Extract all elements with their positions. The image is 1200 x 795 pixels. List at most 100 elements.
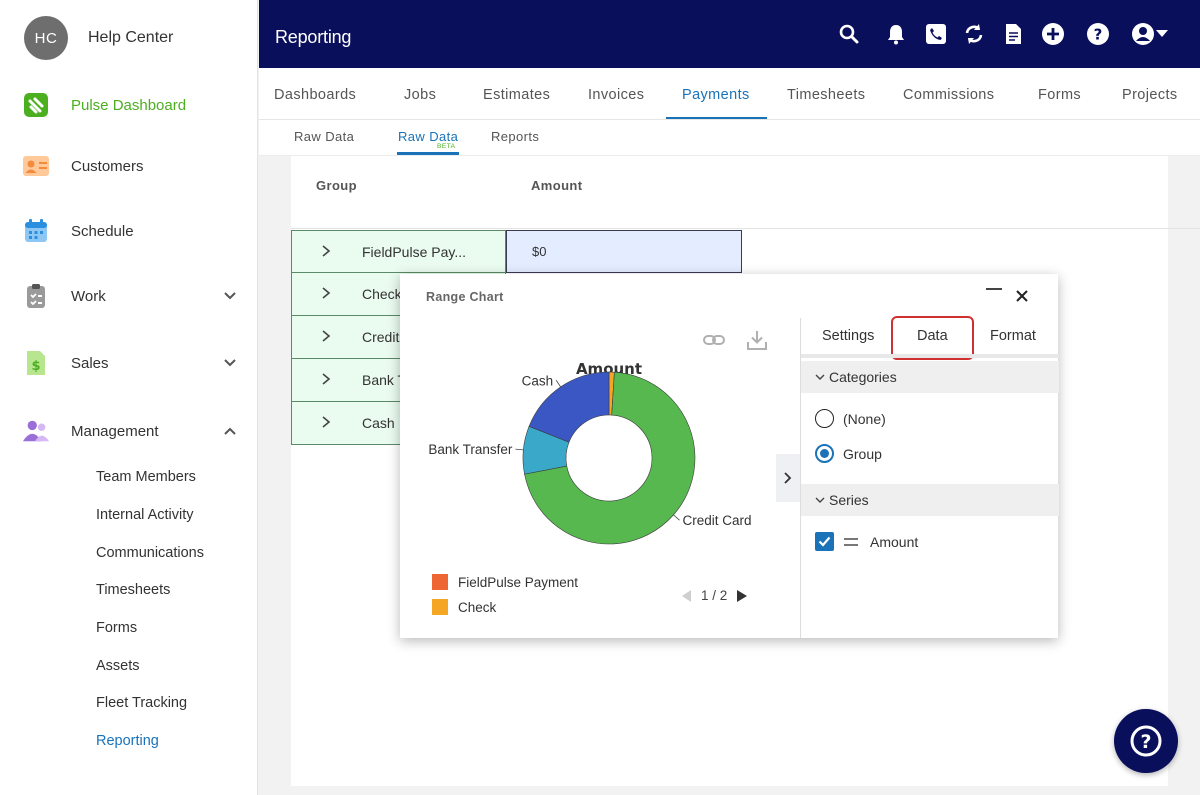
tab-jobs[interactable]: Jobs: [404, 87, 436, 103]
document-icon[interactable]: [1001, 22, 1025, 46]
donut-chart[interactable]: Amount Credit CardBank TransferCash: [400, 354, 800, 564]
tab-settings[interactable]: Settings: [822, 328, 874, 344]
drag-handle-icon[interactable]: [844, 537, 858, 546]
legend-item[interactable]: Check: [432, 599, 496, 615]
column-header-amount[interactable]: Amount: [531, 178, 583, 193]
phone-icon[interactable]: [924, 22, 948, 46]
svg-text:$: $: [31, 359, 40, 374]
page-title: Reporting: [275, 27, 352, 47]
link-icon[interactable]: [702, 328, 726, 352]
tab-timesheets[interactable]: Timesheets: [787, 87, 865, 103]
column-header-group[interactable]: Group: [316, 178, 357, 193]
active-subtab-indicator: [397, 152, 459, 155]
sidebar-subitem-timesheets[interactable]: Timesheets: [96, 582, 170, 598]
report-tabs: Dashboards Jobs Estimates Invoices Payme…: [259, 68, 1200, 120]
tab-dashboards[interactable]: Dashboards: [274, 87, 356, 103]
download-icon[interactable]: [745, 328, 769, 352]
sidebar-item-work[interactable]: Work: [22, 278, 242, 314]
chevron-up-icon[interactable]: [222, 423, 238, 439]
chevron-right-icon[interactable]: [320, 286, 332, 300]
sidebar: HC Help Center Pulse Dashboard Customers…: [0, 0, 258, 795]
close-icon[interactable]: [1014, 288, 1030, 304]
sidebar-item-pulse-dashboard[interactable]: Pulse Dashboard: [22, 87, 242, 123]
chevron-down-icon[interactable]: [222, 288, 238, 304]
table-row[interactable]: FieldPulse Pay...: [291, 230, 506, 273]
sidebar-subitem-team-members[interactable]: Team Members: [96, 469, 196, 485]
add-icon[interactable]: [1041, 22, 1065, 46]
legend-item[interactable]: FieldPulse Payment: [432, 574, 578, 590]
sidebar-subitem-internal-activity[interactable]: Internal Activity: [96, 507, 194, 523]
next-page-icon[interactable]: [736, 589, 748, 603]
chevron-down-icon: [815, 497, 825, 503]
subtab-raw-data[interactable]: Raw Data: [294, 129, 354, 144]
help-button[interactable]: ?: [1114, 709, 1178, 773]
svg-text:?: ?: [1094, 26, 1103, 44]
svg-text:?: ?: [1140, 731, 1151, 753]
help-icon[interactable]: ?: [1086, 22, 1110, 46]
account-icon[interactable]: [1131, 22, 1155, 46]
sidebar-subitem-fleet-tracking[interactable]: Fleet Tracking: [96, 695, 187, 711]
sidebar-subitem-forms[interactable]: Forms: [96, 620, 137, 636]
header-divider: [291, 228, 1200, 229]
chevron-down-icon[interactable]: [222, 355, 238, 371]
sidebar-subitem-reporting[interactable]: Reporting: [96, 733, 159, 749]
legend-swatch: [432, 599, 448, 615]
radio-button[interactable]: [815, 409, 834, 428]
sync-icon[interactable]: [962, 22, 986, 46]
contact-card-icon: [22, 152, 50, 180]
pulse-logo-icon: [22, 91, 50, 119]
search-icon[interactable]: [837, 22, 861, 46]
category-option-none[interactable]: (None): [815, 409, 886, 428]
categories-section-header[interactable]: Categories: [801, 361, 1059, 393]
caret-down-icon[interactable]: [1155, 28, 1169, 40]
series-section-header[interactable]: Series: [801, 484, 1059, 516]
series-label: Amount: [870, 533, 919, 550]
amount-value: $0: [532, 244, 547, 259]
active-tab-indicator: [666, 117, 767, 119]
panel-toggle[interactable]: [776, 454, 800, 502]
sidebar-subitem-assets[interactable]: Assets: [96, 658, 140, 674]
tab-projects[interactable]: Projects: [1122, 87, 1178, 103]
tab-divider: [801, 354, 1059, 358]
sidebar-subitem-communications[interactable]: Communications: [96, 545, 204, 561]
clipboard-icon: [22, 282, 50, 310]
sidebar-item-label: Management: [71, 422, 159, 440]
brand-title[interactable]: Help Center: [88, 29, 173, 47]
calendar-icon: [22, 217, 50, 245]
checkbox[interactable]: [815, 532, 834, 551]
top-navbar: Reporting ?: [259, 0, 1200, 68]
range-chart-dialog: Range Chart Amount Credit Card Bank Trans…: [400, 274, 1059, 638]
tab-payments[interactable]: Payments: [682, 87, 750, 103]
avatar[interactable]: HC: [24, 16, 68, 60]
chart-settings-panel: Settings Data Format Categories (None) G…: [800, 316, 1059, 638]
radio-button[interactable]: [815, 444, 834, 463]
sidebar-item-label: Work: [71, 287, 106, 305]
sidebar-item-schedule[interactable]: Schedule: [22, 213, 242, 249]
legend-pager: 1 / 2: [680, 588, 748, 603]
chevron-right-icon[interactable]: [320, 415, 332, 429]
amount-cell-selected[interactable]: $0: [506, 230, 742, 273]
brand[interactable]: HC Help Center: [24, 16, 173, 60]
sidebar-item-label: Customers: [71, 157, 144, 175]
tab-invoices[interactable]: Invoices: [588, 87, 644, 103]
subtab-raw-data-beta[interactable]: Raw Data: [398, 129, 458, 144]
chevron-right-icon[interactable]: [320, 372, 332, 386]
bell-icon[interactable]: [884, 22, 908, 46]
sidebar-item-customers[interactable]: Customers: [22, 148, 242, 184]
minimize-icon[interactable]: [986, 288, 1002, 290]
tab-commissions[interactable]: Commissions: [903, 87, 994, 103]
tab-forms[interactable]: Forms: [1038, 87, 1081, 103]
category-option-group[interactable]: Group: [815, 444, 882, 463]
series-item-amount[interactable]: Amount: [815, 532, 918, 551]
tab-format[interactable]: Format: [990, 328, 1036, 344]
chevron-right-icon[interactable]: [320, 329, 332, 343]
row-group-label: Cash: [362, 415, 395, 431]
tab-estimates[interactable]: Estimates: [483, 87, 550, 103]
slice-leader-line: [515, 448, 524, 451]
sidebar-item-management[interactable]: Management: [22, 413, 242, 449]
subtab-reports[interactable]: Reports: [491, 129, 539, 144]
prev-page-icon[interactable]: [680, 589, 692, 603]
sidebar-item-sales[interactable]: $ Sales: [22, 345, 242, 381]
chevron-right-icon[interactable]: [320, 244, 332, 258]
option-label: Group: [843, 445, 882, 462]
